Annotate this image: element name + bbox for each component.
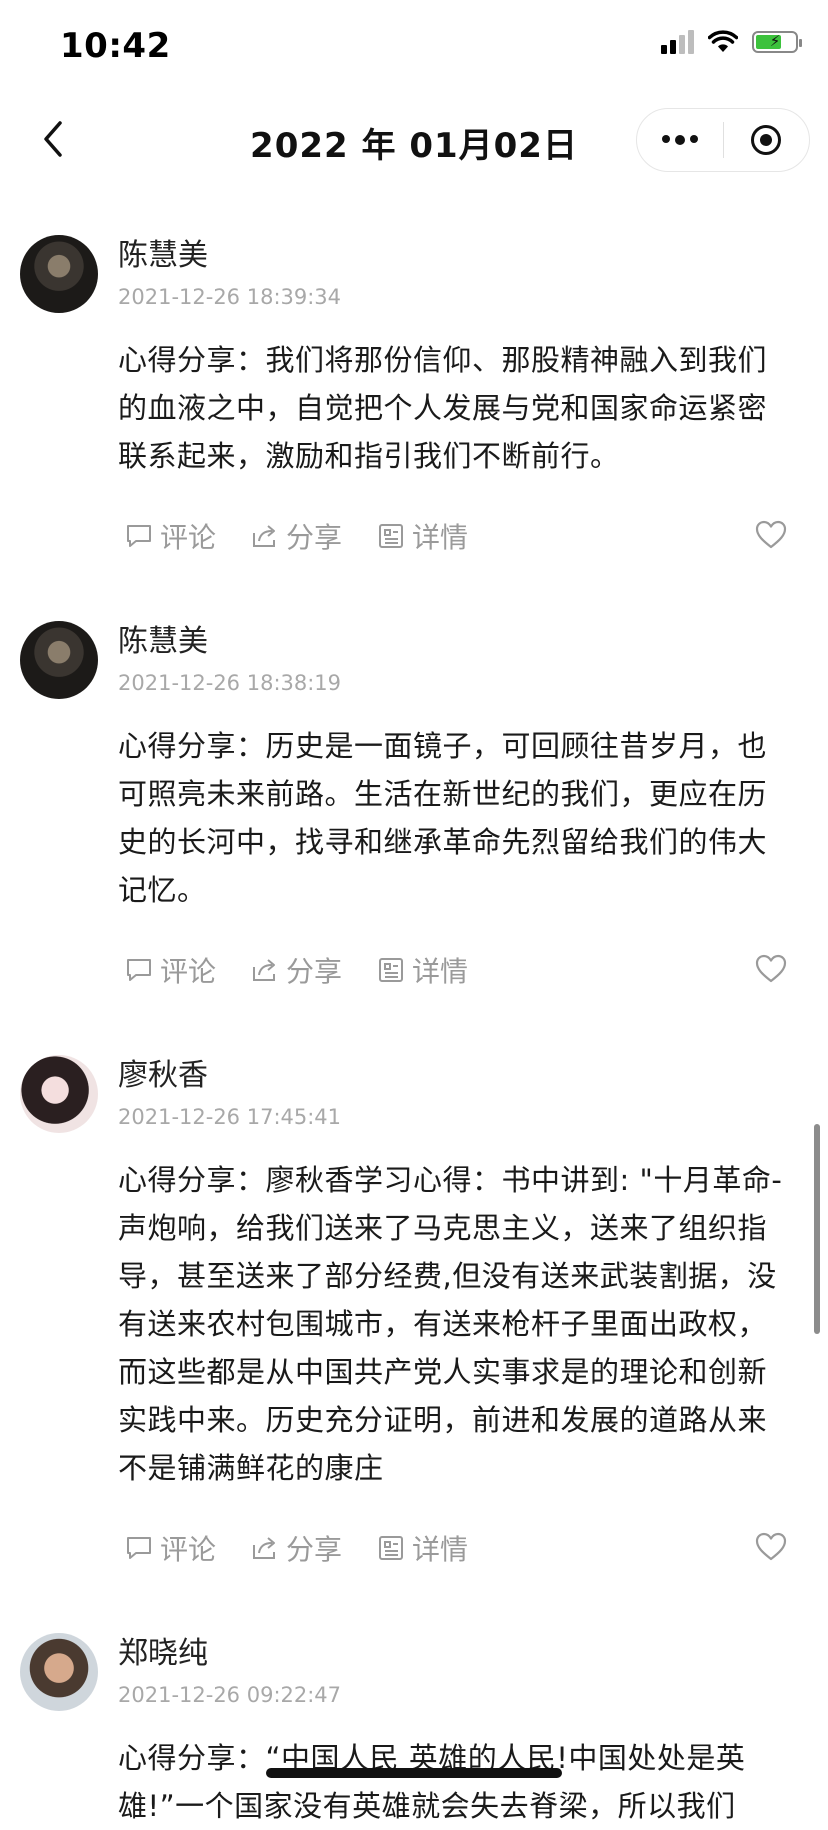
post-author: 郑晓纯 [118, 1636, 208, 1671]
miniprogram-capsule [636, 108, 810, 172]
post-time: 2021-12-26 09:22:47 [118, 1683, 342, 1707]
comment-button[interactable]: 评论 [124, 516, 216, 556]
avatar[interactable] [20, 1055, 98, 1133]
share-icon [253, 1537, 276, 1559]
post-actions: 评论 分享 详情 [118, 940, 788, 1000]
share-label: 分享 [286, 1533, 343, 1566]
post-author: 陈慧美 [118, 624, 208, 659]
post-card: 陈慧美 2021-12-26 18:38:19 心得分享：历史是一面镜子，可回顾… [0, 566, 828, 1000]
comment-label: 评论 [160, 1533, 217, 1566]
share-icon [253, 525, 276, 547]
post-actions: 评论 分享 详情 [118, 506, 788, 566]
detail-label: 详情 [412, 955, 469, 988]
close-miniprogram-button[interactable] [724, 109, 810, 171]
nav-bar: 2022 年 01月02日 [0, 100, 828, 180]
detail-icon [379, 1536, 404, 1560]
battery-charging-icon: ⚡ [752, 31, 802, 53]
post-content: 心得分享：“中国人民 英雄的人民!中国处处是英雄!”一个国家没有英雄就会失去脊梁… [118, 1741, 746, 1823]
share-label: 分享 [286, 955, 343, 988]
scrollbar[interactable] [814, 1124, 820, 1334]
share-button[interactable]: 分享 [250, 950, 342, 990]
post-feed: 陈慧美 2021-12-26 18:39:34 心得分享：我们将那份信仰、那股精… [0, 180, 828, 1830]
share-label: 分享 [286, 521, 343, 554]
share-button[interactable]: 分享 [250, 516, 342, 556]
heart-icon[interactable] [754, 1530, 788, 1564]
more-dots-icon [661, 135, 698, 145]
post-card: 陈慧美 2021-12-26 18:39:34 心得分享：我们将那份信仰、那股精… [0, 180, 828, 566]
heart-icon[interactable] [754, 952, 788, 986]
post-card: 郑晓纯 2021-12-26 09:22:47 心得分享：“中国人民 英雄的人民… [0, 1578, 828, 1830]
post-content: 心得分享：历史是一面镜子，可回顾往昔岁月，也可照亮未来前路。生活在新世纪的我们，… [118, 729, 768, 907]
post-time: 2021-12-26 18:38:19 [118, 671, 342, 695]
detail-icon [379, 958, 404, 982]
detail-button[interactable]: 详情 [376, 1528, 468, 1568]
comment-label: 评论 [160, 955, 217, 988]
share-button[interactable]: 分享 [250, 1528, 342, 1568]
more-button[interactable] [637, 109, 723, 171]
detail-label: 详情 [412, 521, 469, 554]
comment-button[interactable]: 评论 [124, 1528, 216, 1568]
detail-icon [379, 524, 404, 548]
post-time: 2021-12-26 17:45:41 [118, 1105, 342, 1129]
heart-icon[interactable] [754, 518, 788, 552]
post-time: 2021-12-26 18:39:34 [118, 285, 342, 309]
post-author: 廖秋香 [118, 1058, 208, 1093]
post-content: 心得分享：廖秋香学习心得：书中讲到: "十月革命-声炮响，给我们送来了马克思主义… [118, 1163, 783, 1485]
cellular-signal-icon [661, 30, 694, 54]
comment-icon [127, 525, 151, 547]
post-card: 廖秋香 2021-12-26 17:45:41 心得分享：廖秋香学习心得：书中讲… [0, 1000, 828, 1578]
avatar[interactable] [20, 1633, 98, 1711]
status-icons: ⚡ [661, 30, 802, 54]
home-indicator [266, 1768, 562, 1778]
avatar[interactable] [20, 235, 98, 313]
post-actions: 评论 分享 详情 [118, 1518, 788, 1578]
post-content: 心得分享：我们将那份信仰、那股精神融入到我们的血液之中，自觉把个人发展与党和国家… [118, 343, 768, 473]
share-icon [253, 959, 276, 981]
detail-button[interactable]: 详情 [376, 516, 468, 556]
target-circle-icon [751, 125, 782, 155]
comment-icon [127, 1537, 151, 1559]
status-bar: 10:42 ⚡ [0, 0, 828, 100]
post-author: 陈慧美 [118, 238, 208, 273]
detail-button[interactable]: 详情 [376, 950, 468, 990]
detail-label: 详情 [412, 1533, 469, 1566]
comment-label: 评论 [160, 521, 217, 554]
avatar[interactable] [20, 621, 98, 699]
comment-button[interactable]: 评论 [124, 950, 216, 990]
wifi-icon [708, 30, 738, 52]
status-time: 10:42 [60, 26, 171, 66]
comment-icon [127, 959, 151, 981]
